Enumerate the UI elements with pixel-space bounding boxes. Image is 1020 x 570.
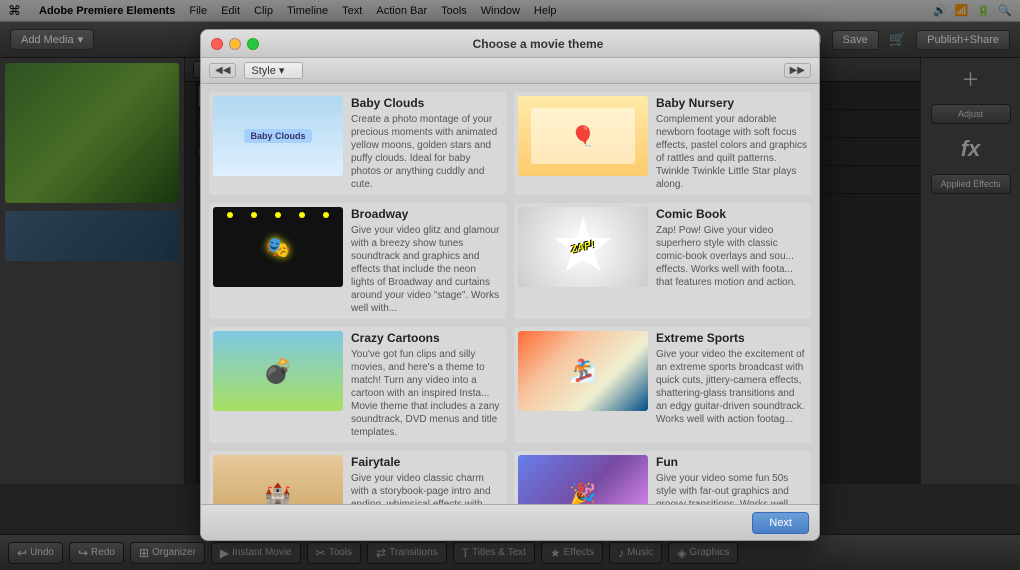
broadway-lights [218,212,338,222]
maximize-button[interactable] [247,38,259,50]
cartoon-bg: 💣 [213,331,343,411]
nav-prev-button[interactable]: ◀◀ [209,63,236,78]
theme-thumb-extreme: 🏂 [518,331,648,411]
theme-desc-broadway: Give your video glitz and glamour with a… [351,224,502,315]
nav-next-button[interactable]: ▶▶ [784,63,811,78]
theme-thumb-fun: 🎉 [518,455,648,504]
theme-name-broadway: Broadway [351,207,502,221]
theme-desc-baby-nursery: Complement your adorable newborn footage… [656,113,807,191]
theme-name-comic: Comic Book [656,207,807,221]
theme-desc-cartoons: You've got fun clips and silly movies, a… [351,348,502,439]
minimize-button[interactable] [229,38,241,50]
theme-desc-fun: Give your video some fun 50s style with … [656,472,807,504]
modal-title: Choose a movie theme [267,37,809,51]
theme-name-fun: Fun [656,455,807,469]
theme-name-baby-nursery: Baby Nursery [656,96,807,110]
style-label: Style [251,65,275,77]
nursery-inner: 🎈 [531,108,635,164]
fun-icon: 🎉 [569,482,596,504]
fun-bg: 🎉 [518,455,648,504]
style-bar: ◀◀ Style ▾ ▶▶ [201,58,819,84]
next-button[interactable]: Next [752,512,809,534]
comic-bg: ZAP! [518,207,648,287]
theme-name-extreme: Extreme Sports [656,331,807,345]
fairytale-bg: 🏰 [213,455,343,504]
extreme-sports-icon: 🏂 [569,358,596,384]
cartoon-bomb-icon: 💣 [263,357,293,386]
broadway-light-2 [251,212,257,218]
fairytale-icon: 🏰 [264,482,291,504]
theme-thumb-cartoons: 💣 [213,331,343,411]
style-arrow-icon: ▾ [279,65,285,77]
theme-name-fairytale: Fairytale [351,455,502,469]
theme-thumb-broadway: 🎭 [213,207,343,287]
theme-item-fairytale[interactable]: 🏰 Fairytale Give your video classic char… [209,451,506,504]
theme-item-fun[interactable]: 🎉 Fun Give your video some fun 50s style… [514,451,811,504]
modal-footer: Next [201,504,819,540]
theme-info-fun: Fun Give your video some fun 50s style w… [656,455,807,504]
broadway-light-1 [227,212,233,218]
nursery-balloon-icon: 🎈 [571,124,596,149]
theme-info-comic: Comic Book Zap! Pow! Give your video sup… [656,207,807,315]
theme-info-broadway: Broadway Give your video glitz and glamo… [351,207,502,315]
broadway-light-5 [323,212,329,218]
modal-overlay: Choose a movie theme ◀◀ Style ▾ ▶▶ Baby … [0,0,1020,570]
theme-desc-fairytale: Give your video classic charm with a sto… [351,472,502,504]
theme-name-cartoons: Crazy Cartoons [351,331,502,345]
broadway-bg: 🎭 [213,207,343,287]
theme-item-broadway[interactable]: 🎭 Broadway Give your video glitz and gla… [209,203,506,319]
theme-name-baby-clouds: Baby Clouds [351,96,502,110]
theme-info-extreme: Extreme Sports Give your video the excit… [656,331,807,439]
theme-info-baby-nursery: Baby Nursery Complement your adorable ne… [656,96,807,191]
extreme-bg: 🏂 [518,331,648,411]
baby-clouds-bg: Baby Clouds [213,96,343,176]
traffic-lights [211,38,259,50]
broadway-light-3 [275,212,281,218]
theme-info-cartoons: Crazy Cartoons You've got fun clips and … [351,331,502,439]
theme-desc-baby-clouds: Create a photo montage of your precious … [351,113,502,191]
theme-item-comic-book[interactable]: ZAP! Comic Book Zap! Pow! Give your vide… [514,203,811,319]
theme-info-baby-clouds: Baby Clouds Create a photo montage of yo… [351,96,502,191]
theme-thumb-baby-clouds: Baby Clouds [213,96,343,176]
close-button[interactable] [211,38,223,50]
style-dropdown[interactable]: Style ▾ [244,62,303,79]
baby-clouds-label: Baby Clouds [244,129,311,143]
broadway-stage-icon: 🎭 [266,235,291,260]
theme-thumb-baby-nursery: 🎈 [518,96,648,176]
modal-titlebar: Choose a movie theme [201,30,819,58]
theme-item-extreme-sports[interactable]: 🏂 Extreme Sports Give your video the exc… [514,327,811,443]
theme-thumb-comic: ZAP! [518,207,648,287]
modal-dialog: Choose a movie theme ◀◀ Style ▾ ▶▶ Baby … [200,29,820,541]
theme-desc-comic: Zap! Pow! Give your video superhero styl… [656,224,807,289]
broadway-light-4 [299,212,305,218]
theme-item-baby-clouds[interactable]: Baby Clouds Baby Clouds Create a photo m… [209,92,506,195]
theme-desc-extreme: Give your video the excitement of an ext… [656,348,807,426]
nursery-bg: 🎈 [518,96,648,176]
theme-info-fairytale: Fairytale Give your video classic charm … [351,455,502,504]
theme-grid: Baby Clouds Baby Clouds Create a photo m… [201,84,819,504]
theme-thumb-fairytale: 🏰 [213,455,343,504]
theme-item-crazy-cartoons[interactable]: 💣 Crazy Cartoons You've got fun clips an… [209,327,506,443]
theme-item-baby-nursery[interactable]: 🎈 Baby Nursery Complement your adorable … [514,92,811,195]
